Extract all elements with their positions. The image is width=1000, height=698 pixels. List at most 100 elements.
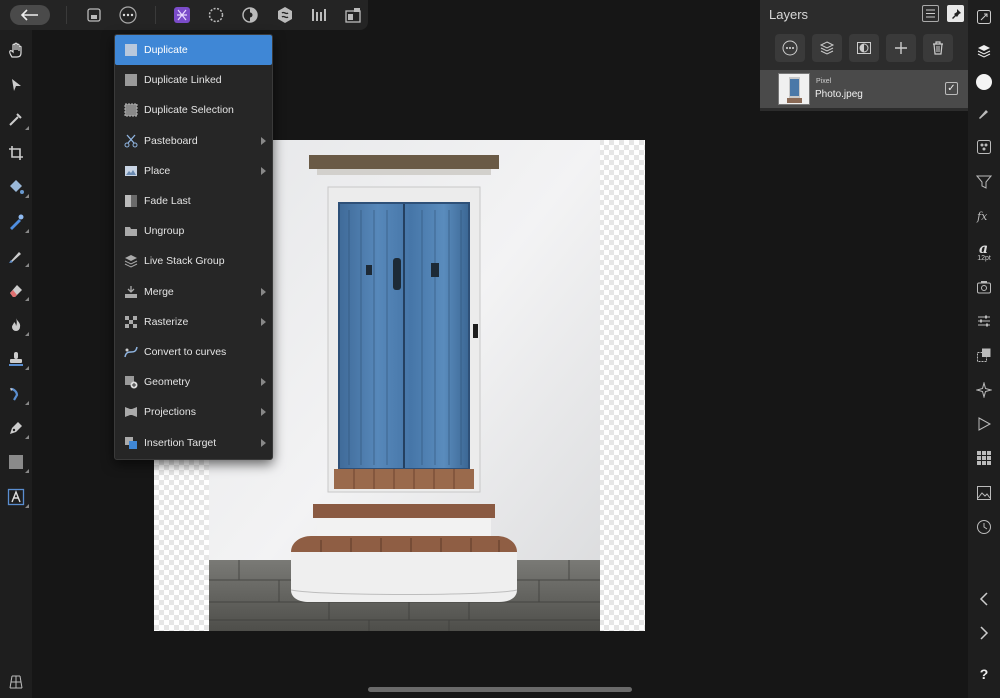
menu-item-duplicate[interactable]: Duplicate [115, 35, 272, 65]
menu-item-fade-last[interactable]: Fade Last [115, 186, 272, 216]
view-tool[interactable] [4, 38, 28, 62]
macro-panel-button[interactable] [972, 412, 996, 436]
history-panel-button[interactable] [972, 515, 996, 539]
rectangle-shape-icon [9, 455, 23, 469]
menu-item-place[interactable]: Place [115, 156, 272, 186]
collapse-left-button[interactable] [972, 587, 996, 611]
erase-tool[interactable] [4, 278, 29, 302]
clone-tool[interactable] [4, 347, 29, 371]
camera-icon [977, 281, 991, 294]
sliders-panel-button[interactable] [972, 309, 996, 333]
snapshots-panel-button[interactable] [972, 275, 996, 299]
develop-persona-icon [242, 7, 258, 23]
navigator-panel-button[interactable] [972, 5, 996, 29]
paint-brush-tool[interactable] [4, 244, 29, 268]
pen-tool[interactable] [4, 416, 29, 440]
tone-mapping-persona-button[interactable] [274, 5, 296, 25]
help-button[interactable]: ? [972, 662, 996, 686]
adjustments-panel-button[interactable] [972, 170, 996, 194]
move-tool[interactable] [4, 73, 28, 97]
menu-item-label: Duplicate Linked [144, 74, 222, 87]
navigator-icon [977, 10, 991, 24]
menu-item-pasteboard[interactable]: Pasteboard [115, 126, 272, 156]
tool-flyout-indicator [25, 263, 29, 267]
effects-panel-button[interactable]: fx [972, 204, 996, 228]
back-button[interactable] [10, 5, 50, 25]
healing-tool[interactable] [4, 382, 29, 406]
add-layer-button[interactable] [886, 34, 916, 62]
dodge-tool[interactable] [4, 313, 29, 337]
color-circle-icon [976, 74, 992, 90]
layer-context-menu: Duplicate Duplicate Linked Duplicate Selec… [114, 34, 273, 460]
insertion-target-icon [124, 436, 138, 450]
menu-item-label: Place [144, 164, 171, 177]
menu-item-label: Fade Last [144, 195, 191, 207]
shape-tool[interactable] [4, 450, 29, 474]
layers-panel-button[interactable] [972, 39, 996, 63]
tool-flyout-indicator [25, 126, 29, 130]
menu-item-ungroup[interactable]: Ungroup [115, 216, 272, 246]
export-persona-icon [312, 9, 326, 21]
menu-item-duplicate-linked[interactable]: Duplicate Linked [115, 65, 272, 95]
character-icon: a [979, 241, 988, 255]
color-picker-tool[interactable] [4, 107, 29, 131]
toolbar-divider [155, 6, 156, 24]
navigator-compass-button[interactable] [972, 378, 996, 402]
photo-persona-button[interactable] [171, 5, 193, 25]
menu-item-convert-to-curves[interactable]: Convert to curves [115, 337, 272, 367]
layer-options-button[interactable] [775, 34, 805, 62]
submenu-arrow-icon [261, 317, 266, 326]
layers-options-button[interactable] [922, 5, 939, 22]
text-styles-panel-button[interactable]: a 12pt [972, 236, 996, 266]
layer-visibility-checkbox[interactable]: ✓ [945, 82, 958, 95]
flood-fill-tool[interactable] [4, 175, 29, 199]
svg-text:a: a [979, 241, 988, 255]
play-icon [978, 417, 992, 431]
more-icon [119, 6, 137, 24]
menu-item-rasterize[interactable]: Rasterize [115, 307, 272, 337]
color-panel-button[interactable] [972, 70, 996, 94]
merge-icon [124, 285, 138, 299]
door-thumbnail-icon [779, 74, 809, 104]
layer-row[interactable]: Pixel Photo.jpeg ✓ [760, 70, 968, 108]
menu-item-duplicate-selection[interactable]: Duplicate Selection [115, 95, 272, 125]
layers-stack-icon [977, 45, 991, 58]
menu-item-label: Insertion Target [144, 436, 217, 449]
channels-panel-button[interactable] [972, 135, 996, 159]
menu-item-live-stack-group[interactable]: Live Stack Group [115, 246, 272, 276]
stock-panel-button[interactable] [972, 481, 996, 505]
delete-layer-button[interactable] [923, 34, 953, 62]
submenu-arrow-icon [261, 136, 266, 145]
pen-nib-icon [10, 422, 22, 434]
healing-icon [10, 387, 19, 401]
develop-persona-button[interactable] [239, 5, 261, 25]
menu-item-geometry[interactable]: Geometry [115, 367, 272, 397]
tool-flyout-indicator [25, 332, 29, 336]
document-button[interactable] [83, 5, 105, 25]
grid-settings-tool[interactable] [4, 670, 28, 694]
collapse-right-button[interactable] [972, 621, 996, 645]
stamp-icon [9, 352, 23, 366]
add-mask-button[interactable] [849, 34, 879, 62]
selection-brush-tool[interactable] [4, 210, 29, 234]
assistant-button[interactable] [342, 5, 364, 25]
pointer-icon [12, 79, 21, 91]
svg-text:fx: fx [976, 210, 988, 223]
menu-item-insertion-target[interactable]: Insertion Target [115, 428, 272, 458]
menu-item-merge[interactable]: Merge [115, 277, 272, 307]
liquify-persona-button[interactable] [205, 5, 227, 25]
menu-item-projections[interactable]: Projections [115, 397, 272, 427]
add-layer-group-button[interactable] [812, 34, 842, 62]
crop-tool[interactable] [4, 141, 28, 165]
transform-panel-button[interactable] [972, 343, 996, 367]
fx-icon: fx [976, 210, 988, 223]
image-icon [977, 486, 991, 500]
brushes-panel-button[interactable] [972, 101, 996, 125]
pin-panel-button[interactable] [947, 5, 964, 22]
document-icon [87, 8, 101, 22]
text-tool[interactable] [4, 485, 29, 509]
more-button[interactable] [117, 5, 139, 25]
swatches-panel-button[interactable] [972, 446, 996, 470]
more-circle-icon [782, 40, 798, 56]
export-persona-button[interactable] [308, 5, 330, 25]
